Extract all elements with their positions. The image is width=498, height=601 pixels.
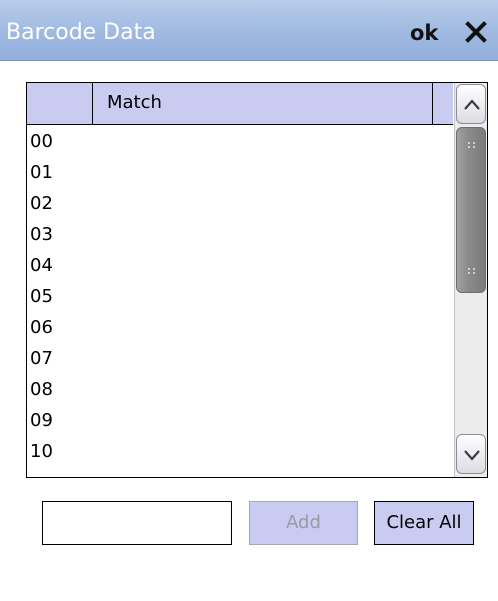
chevron-up-icon: [464, 99, 480, 110]
list-item[interactable]: 02: [27, 187, 453, 218]
list-header: Match: [27, 83, 453, 125]
add-button[interactable]: Add: [249, 501, 358, 545]
row-index: 07: [30, 348, 53, 369]
row-index: 03: [30, 224, 53, 245]
list-item[interactable]: 07: [27, 342, 453, 373]
scrollbar-thumb[interactable]: [456, 127, 486, 293]
list-item[interactable]: 01: [27, 156, 453, 187]
grip-icon: [468, 268, 475, 274]
list-item[interactable]: 03: [27, 218, 453, 249]
list-item[interactable]: 05: [27, 280, 453, 311]
ok-button[interactable]: ok: [410, 20, 438, 46]
barcode-input[interactable]: [42, 501, 232, 545]
column-header-empty[interactable]: [433, 83, 453, 124]
column-header-match[interactable]: Match: [93, 83, 433, 124]
scroll-down-button[interactable]: [456, 434, 486, 474]
list-item[interactable]: 06: [27, 311, 453, 342]
row-index: 04: [30, 255, 53, 276]
row-index: 02: [30, 193, 53, 214]
row-index: 08: [30, 379, 53, 400]
row-index: 05: [30, 286, 53, 307]
barcode-list[interactable]: Match 00 01 02 03 04 05 06 07 08 09 10: [26, 82, 488, 478]
row-index: 00: [30, 131, 53, 152]
row-index: 06: [30, 317, 53, 338]
list-item[interactable]: 09: [27, 404, 453, 435]
grip-icon: [468, 142, 475, 148]
close-icon[interactable]: [462, 18, 492, 48]
row-index: 09: [30, 410, 53, 431]
title-bar: Barcode Data ok: [0, 0, 498, 61]
chevron-down-icon: [464, 450, 480, 461]
column-header-index[interactable]: [27, 83, 93, 124]
list-item[interactable]: 04: [27, 249, 453, 280]
row-index: 10: [30, 441, 53, 462]
window-title: Barcode Data: [6, 20, 156, 45]
column-header-label: Match: [107, 92, 162, 113]
scroll-up-button[interactable]: [456, 84, 486, 124]
vertical-scrollbar[interactable]: [454, 83, 487, 477]
list-item[interactable]: 00: [27, 125, 453, 156]
list-item[interactable]: 10: [27, 435, 453, 466]
row-index: 01: [30, 162, 53, 183]
list-rows: 00 01 02 03 04 05 06 07 08 09 10: [27, 125, 453, 466]
list-item[interactable]: 08: [27, 373, 453, 404]
clear-all-button[interactable]: Clear All: [374, 501, 474, 545]
